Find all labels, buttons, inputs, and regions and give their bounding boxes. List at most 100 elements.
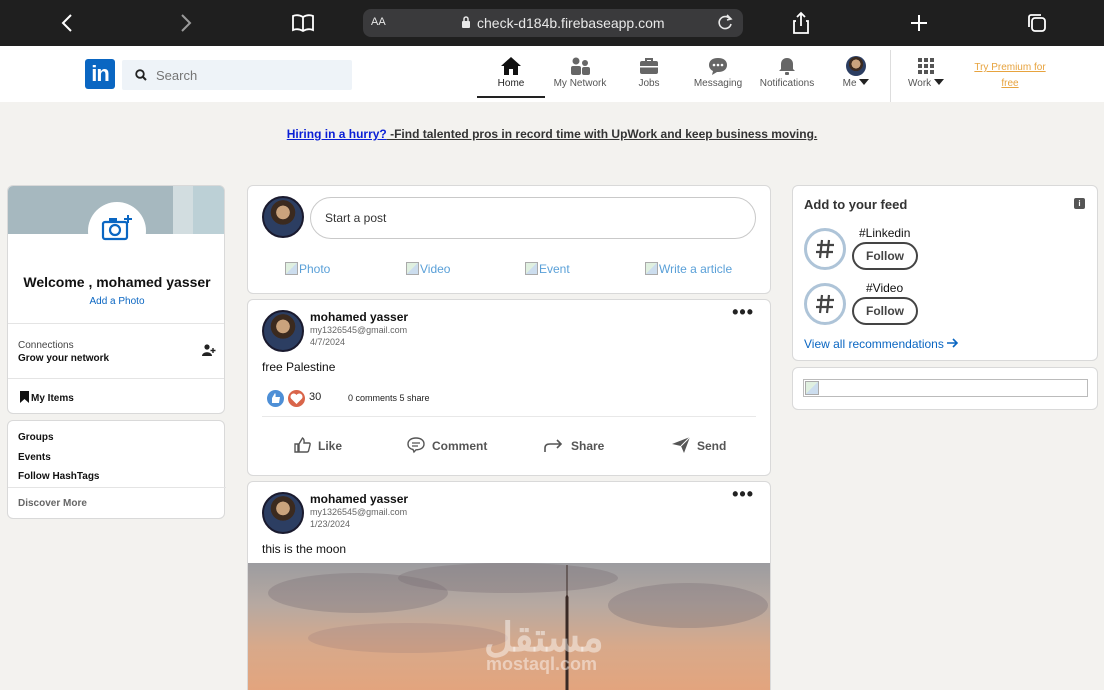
- info-icon[interactable]: i: [1074, 198, 1085, 209]
- divider: [8, 323, 224, 324]
- post-text: free Palestine: [262, 360, 336, 374]
- post-image[interactable]: مستقل mostaql.com: [248, 563, 770, 690]
- my-items-link[interactable]: My Items: [20, 391, 74, 404]
- connections-link[interactable]: Connections Grow your network: [18, 339, 109, 365]
- search-icon: [135, 69, 147, 81]
- video-label: Video: [420, 262, 451, 276]
- hashtag-name[interactable]: #Video: [866, 281, 903, 295]
- lock-icon: [462, 16, 470, 28]
- address-bar[interactable]: AA check-d184b.firebaseapp.com: [363, 9, 743, 37]
- search-input[interactable]: [156, 65, 336, 85]
- comment-button[interactable]: Comment: [406, 436, 487, 454]
- nav-me[interactable]: Me: [838, 56, 874, 98]
- nav-label: Home: [497, 78, 525, 89]
- bell-icon: [779, 58, 795, 75]
- nav-label: Notifications: [759, 78, 815, 89]
- linkedin-logo[interactable]: in: [85, 59, 115, 89]
- hashtag-name[interactable]: #Linkedin: [859, 226, 910, 240]
- nav-work[interactable]: Work: [904, 56, 948, 98]
- photo-button[interactable]: Photo: [285, 262, 330, 276]
- broken-image-icon: [805, 381, 819, 395]
- event-icon: [525, 262, 538, 275]
- search-box[interactable]: [122, 60, 352, 90]
- reload-icon[interactable]: [715, 12, 735, 34]
- article-label: Write a article: [659, 262, 733, 276]
- send-icon: [672, 436, 691, 453]
- welcome-heading: Welcome , mohamed yasser: [23, 274, 211, 290]
- nav-label: My Network: [553, 78, 607, 89]
- start-post-input[interactable]: Start a post: [310, 197, 756, 239]
- my-items-label: My Items: [31, 393, 74, 404]
- new-tab-icon[interactable]: [906, 10, 932, 36]
- like-button[interactable]: Like: [294, 436, 342, 454]
- more-options-icon[interactable]: •••: [732, 484, 754, 505]
- promo-banner: Hiring in a hurry? -Find talented pros i…: [0, 127, 1104, 141]
- profile-photo-placeholder[interactable]: [88, 202, 146, 260]
- post-text: this is the moon: [262, 542, 347, 556]
- add-photo-link[interactable]: Add a Photo: [8, 296, 224, 307]
- top-navbar: in Home My Network Jobs Messaging Notifi…: [0, 46, 1104, 102]
- chat-icon: [709, 58, 727, 75]
- more-options-icon[interactable]: •••: [732, 302, 754, 323]
- arrow-right-icon: [947, 338, 959, 348]
- send-button[interactable]: Send: [671, 436, 726, 454]
- post-email: my1326545@gmail.com: [310, 507, 408, 517]
- post-author[interactable]: mohamed yasser: [310, 310, 408, 324]
- view-all-recommendations-link[interactable]: View all recommendations: [804, 337, 959, 351]
- banner-text[interactable]: -Find talented pros in record time with …: [387, 127, 817, 141]
- tabs-icon[interactable]: [1024, 10, 1050, 36]
- love-reaction-icon: [287, 389, 306, 408]
- divider: [8, 487, 226, 488]
- discover-more-link[interactable]: Discover More: [18, 498, 87, 509]
- nav-my-network[interactable]: My Network: [550, 56, 610, 98]
- share-button[interactable]: Share: [543, 436, 604, 454]
- follow-hashtags-link[interactable]: Follow HashTags: [18, 471, 100, 482]
- nav-label: Messaging: [693, 78, 743, 89]
- video-button[interactable]: Video: [406, 262, 450, 276]
- forward-icon[interactable]: [172, 10, 198, 36]
- nav-home[interactable]: Home: [490, 56, 532, 98]
- briefcase-icon: [640, 58, 658, 74]
- divider: [8, 378, 224, 379]
- nav-messaging[interactable]: Messaging: [690, 56, 746, 98]
- add-person-icon[interactable]: [202, 344, 216, 356]
- network-icon: [571, 57, 590, 75]
- share-icon[interactable]: [788, 10, 814, 36]
- active-tab-indicator: [477, 96, 545, 98]
- try-premium-link[interactable]: Try Premium for free: [966, 60, 1054, 92]
- groups-link[interactable]: Groups: [18, 432, 54, 443]
- caret-down-icon: [859, 79, 870, 85]
- event-button[interactable]: Event: [525, 262, 570, 276]
- follow-button[interactable]: Follow: [852, 242, 918, 270]
- avatar[interactable]: [262, 492, 304, 534]
- browser-toolbar: AA check-d184b.firebaseapp.com: [0, 0, 1104, 46]
- send-label: Send: [697, 439, 727, 453]
- avatar[interactable]: [262, 310, 304, 352]
- feed-post: mohamed yasser my1326545@gmail.com 1/23/…: [247, 481, 771, 690]
- divider: [262, 416, 756, 417]
- comment-label: Comment: [432, 439, 488, 453]
- nav-label: Work: [908, 78, 932, 89]
- add-to-feed-card: Add to your feed i #Linkedin Follow #Vid…: [792, 185, 1098, 361]
- comments-shares[interactable]: 0 comments 5 share: [348, 393, 430, 403]
- post-author[interactable]: mohamed yasser: [310, 492, 408, 506]
- video-icon: [406, 262, 419, 275]
- text-size-button[interactable]: AA: [371, 16, 386, 28]
- nav-label: Me: [842, 78, 857, 89]
- watermark-text: mostaql.com: [486, 654, 598, 674]
- reader-book-icon[interactable]: [290, 10, 316, 36]
- events-link[interactable]: Events: [18, 452, 51, 463]
- hiring-link[interactable]: Hiring in a hurry?: [287, 127, 387, 141]
- post-date: 1/23/2024: [310, 519, 351, 529]
- feed-post: mohamed yasser my1326545@gmail.com 4/7/2…: [247, 299, 771, 476]
- ad-image[interactable]: [803, 379, 1088, 397]
- bookmark-icon: [20, 391, 29, 403]
- nav-jobs[interactable]: Jobs: [630, 56, 668, 98]
- url-text: check-d184b.firebaseapp.com: [477, 15, 665, 31]
- nav-notifications[interactable]: Notifications: [756, 56, 818, 98]
- write-article-button[interactable]: Write a article: [645, 262, 732, 276]
- home-icon: [501, 57, 521, 75]
- avatar: [846, 56, 866, 76]
- back-icon[interactable]: [55, 10, 81, 36]
- follow-button[interactable]: Follow: [852, 297, 918, 325]
